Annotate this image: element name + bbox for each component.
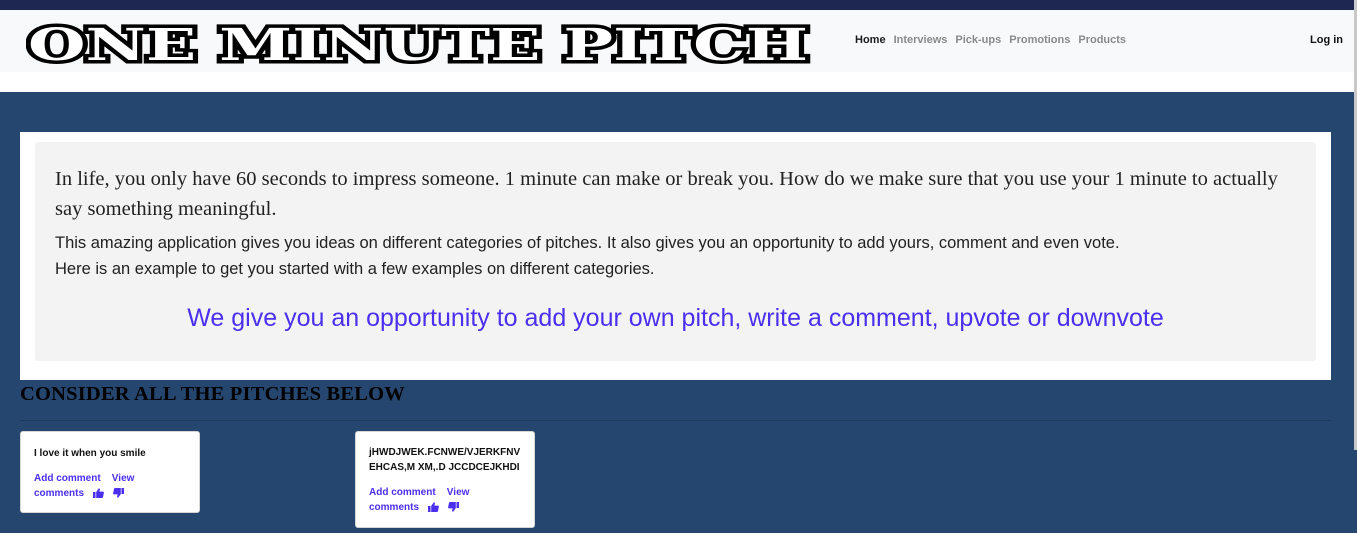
main-nav: Home Interviews Pick-ups Promotions Prod… (855, 34, 1134, 46)
nav-home[interactable]: Home (855, 34, 886, 46)
thumbs-up-icon[interactable] (92, 488, 104, 503)
description-line-1: This amazing application gives you ideas… (55, 234, 1120, 252)
top-strip (0, 0, 1357, 10)
section-divider (20, 420, 1331, 421)
pitch-text: I love it when you smile (34, 448, 146, 459)
pitch-card: I love it when you smile Add comment Vie… (20, 431, 200, 513)
description-line-2: Here is an example to get you started wi… (55, 260, 655, 278)
jumbotron-cta: We give you an opportunity to add your o… (187, 304, 1164, 332)
login-link[interactable]: Log in (1310, 34, 1343, 46)
nav-pick-ups[interactable]: Pick-ups (955, 34, 1001, 46)
pitches-section-title: CONSIDER ALL THE PITCHES BELOW (20, 383, 405, 405)
logo-text: ONE MINUTE PITCH (28, 22, 808, 66)
thumbs-down-icon[interactable] (447, 502, 459, 517)
pitch-actions: Add comment View comments (34, 471, 186, 503)
pitch-actions: Add comment View comments (369, 485, 521, 517)
add-comment-link[interactable]: Add comment (369, 487, 436, 498)
jumbotron-lead: In life, you only have 60 seconds to imp… (55, 168, 1278, 220)
site-logo[interactable]: ONE MINUTE PITCH (26, 22, 816, 66)
thumbs-up-icon[interactable] (427, 502, 439, 517)
navbar-spacer (0, 72, 1357, 92)
nav-interviews[interactable]: Interviews (894, 34, 948, 46)
nav-promotions[interactable]: Promotions (1009, 34, 1070, 46)
pitch-card: jHWDJWEK.FCNWE/VJERKFNVEHCAS,M XM,.D JCC… (355, 431, 535, 528)
jumbotron-container: In life, you only have 60 seconds to imp… (20, 132, 1331, 380)
nav-products[interactable]: Products (1078, 34, 1126, 46)
thumbs-down-icon[interactable] (112, 488, 124, 503)
logo-wordmark: ONE MINUTE PITCH (26, 22, 812, 66)
pitch-text: jHWDJWEK.FCNWE/VJERKFNVEHCAS,M XM,.D JCC… (369, 447, 521, 473)
jumbotron: In life, you only have 60 seconds to imp… (35, 142, 1316, 361)
add-comment-link[interactable]: Add comment (34, 473, 101, 484)
jumbotron-description: This amazing application gives you ideas… (55, 230, 1295, 282)
